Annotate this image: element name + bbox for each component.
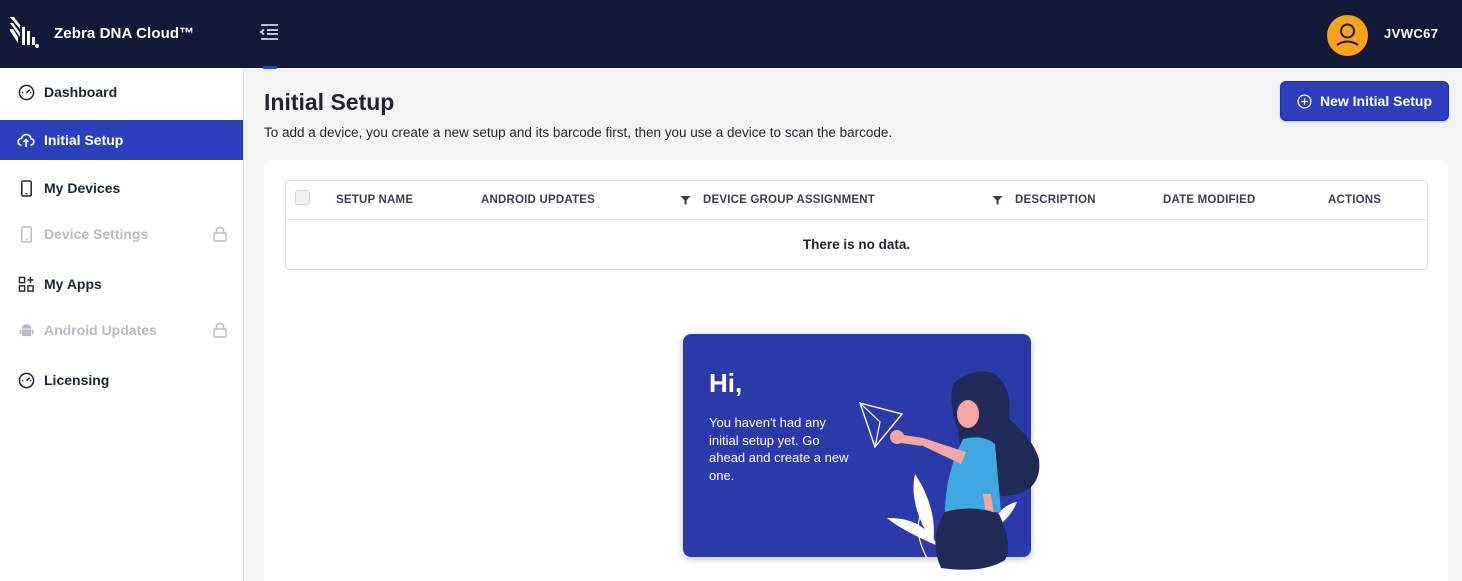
filter-icon[interactable] — [992, 195, 1003, 206]
page-title: Initial Setup — [264, 89, 395, 115]
top-bar: Zebra DNA Cloud™ JVWC67 — [0, 0, 1462, 68]
empty-table-message: There is no data. — [802, 237, 911, 252]
column-setup-name[interactable]: SETUP NAME — [336, 194, 413, 206]
lock-icon — [213, 322, 227, 338]
lock-icon — [213, 226, 227, 242]
menu-collapse-icon[interactable] — [258, 22, 280, 42]
phone-icon — [17, 225, 35, 243]
brand[interactable]: Zebra DNA Cloud™ — [8, 15, 194, 51]
gauge-icon — [17, 83, 35, 101]
sidebar-item-my-apps[interactable]: My Apps — [0, 264, 243, 304]
column-android-updates[interactable]: ANDROID UPDATES — [481, 194, 595, 206]
phone-icon — [17, 179, 35, 197]
button-label: New Initial Setup — [1319, 93, 1432, 109]
apps-grid-icon — [17, 275, 35, 293]
sidebar-item-label: My Devices — [44, 180, 121, 196]
column-device-group-assignment[interactable]: DEVICE GROUP ASSIGNMENT — [703, 194, 875, 206]
sidebar: Dashboard Initial Setup My Devices Devic… — [0, 68, 244, 581]
user-icon — [1336, 23, 1359, 46]
sidebar-item-label: Initial Setup — [44, 132, 124, 148]
sidebar-item-licensing[interactable]: Licensing — [0, 360, 243, 400]
sidebar-item-device-settings: Device Settings — [0, 214, 243, 254]
sidebar-item-initial-setup[interactable]: Initial Setup — [0, 120, 243, 160]
plus-circle-icon — [1297, 94, 1312, 108]
username[interactable]: JVWC67 — [1384, 26, 1438, 41]
column-date-modified[interactable]: DATE MODIFIED — [1163, 194, 1255, 206]
sidebar-item-my-devices[interactable]: My Devices — [0, 168, 243, 208]
setups-table: SETUP NAME ANDROID UPDATES DEVICE GROUP … — [285, 180, 1428, 270]
sidebar-item-dashboard[interactable]: Dashboard — [0, 72, 243, 112]
empty-state-message: You haven't had any initial setup yet. G… — [709, 415, 849, 483]
sidebar-item-label: My Apps — [44, 276, 102, 292]
gauge-icon — [17, 371, 35, 389]
filter-icon[interactable] — [680, 195, 691, 206]
app-name: Zebra DNA Cloud™ — [54, 24, 195, 42]
empty-state-greeting: Hi, — [709, 368, 743, 398]
new-initial-setup-button[interactable]: New Initial Setup — [1280, 81, 1449, 121]
table-header: SETUP NAME ANDROID UPDATES DEVICE GROUP … — [286, 181, 1427, 220]
cloud-upload-icon — [17, 131, 35, 149]
select-all-checkbox[interactable] — [295, 190, 310, 205]
sidebar-item-android-updates: Android Updates — [0, 310, 243, 350]
sidebar-item-label: Dashboard — [44, 84, 118, 100]
page-subtitle: To add a device, you create a new setup … — [264, 125, 893, 140]
scroll-indicator — [263, 66, 277, 69]
column-description[interactable]: DESCRIPTION — [1015, 194, 1096, 206]
avatar[interactable] — [1327, 15, 1368, 56]
empty-state-card: Hi, You haven't had any initial setup ye… — [683, 334, 1031, 557]
sidebar-item-label: Licensing — [44, 372, 110, 388]
zebra-logo-icon — [10, 17, 39, 48]
android-icon — [17, 321, 35, 339]
sidebar-item-label: Android Updates — [44, 322, 157, 338]
column-actions: ACTIONS — [1328, 194, 1382, 206]
sidebar-item-label: Device Settings — [44, 226, 149, 242]
